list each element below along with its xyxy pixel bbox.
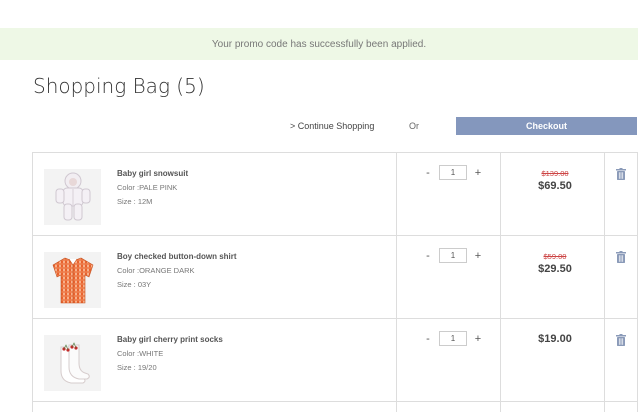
sale-price: $69.50	[538, 180, 572, 192]
qty-increase-button[interactable]: +	[473, 250, 483, 262]
socks-image[interactable]	[44, 335, 101, 391]
quantity-input[interactable]	[439, 165, 467, 180]
trash-icon	[616, 251, 626, 263]
cart-table: Baby girl snowsuit Color :PALE PINK Size…	[32, 152, 638, 412]
shirt-image[interactable]	[44, 252, 101, 308]
price-cell: $139.00 $69.50	[503, 169, 607, 192]
product-size: Size : 12M	[117, 197, 153, 206]
continue-shopping-link[interactable]: > Continue Shopping	[290, 121, 374, 131]
product-size: Size : 19/20	[117, 363, 157, 372]
price-cell: $59.00 $29.50	[503, 252, 607, 275]
product-color: Color :ORANGE DARK	[117, 266, 195, 275]
promo-success-banner: Your promo code has successfully been ap…	[0, 28, 638, 60]
qty-increase-button[interactable]: +	[473, 333, 483, 345]
trash-icon	[616, 334, 626, 346]
product-color: Color :PALE PINK	[117, 183, 178, 192]
quantity-stepper: - +	[423, 165, 483, 180]
quantity-stepper: - +	[423, 248, 483, 263]
trash-icon	[616, 168, 626, 180]
item-price: $19.00	[538, 333, 572, 345]
price-cell: $19.00	[503, 331, 607, 345]
page-title: Shopping Bag (5)	[33, 74, 205, 98]
qty-decrease-button[interactable]: -	[423, 167, 433, 179]
cart-row: Baby girl snowsuit Color :PALE PINK Size…	[33, 153, 637, 236]
or-separator: Or	[409, 121, 419, 131]
product-name[interactable]: Baby girl snowsuit	[117, 169, 188, 178]
product-color: Color :WHITE	[117, 349, 164, 358]
qty-decrease-button[interactable]: -	[423, 333, 433, 345]
quantity-input[interactable]	[439, 248, 467, 263]
checkout-button[interactable]: Checkout	[456, 117, 637, 135]
cart-row: Baby girl cherry print socks Color :WHIT…	[33, 319, 637, 402]
delete-item-button[interactable]	[616, 167, 626, 185]
cart-row: Boy checked button-down shirt Color :ORA…	[33, 236, 637, 319]
snowsuit-image[interactable]	[44, 169, 101, 225]
promo-success-message: Your promo code has successfully been ap…	[211, 38, 427, 50]
product-name[interactable]: Boy checked button-down shirt	[117, 252, 237, 261]
sale-price: $29.50	[538, 263, 572, 275]
qty-decrease-button[interactable]: -	[423, 250, 433, 262]
quantity-input[interactable]	[439, 331, 467, 346]
quantity-stepper: - +	[423, 331, 483, 346]
delete-item-button[interactable]	[616, 250, 626, 268]
product-size: Size : 03Y	[117, 280, 152, 289]
qty-increase-button[interactable]: +	[473, 167, 483, 179]
original-price: $59.00	[543, 252, 567, 261]
product-name[interactable]: Baby girl cherry print socks	[117, 335, 223, 344]
original-price: $139.00	[541, 169, 569, 178]
delete-item-button[interactable]	[616, 333, 626, 351]
